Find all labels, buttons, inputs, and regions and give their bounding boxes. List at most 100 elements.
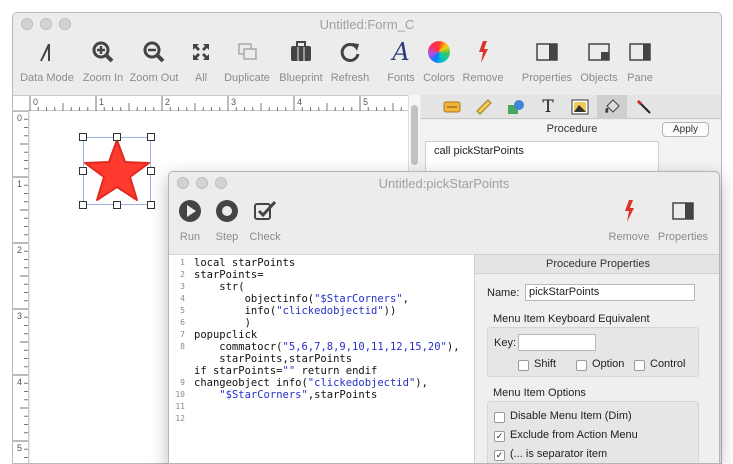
exclude-checkbox[interactable]: ✓ <box>494 431 505 442</box>
line-number: 9 <box>180 378 185 387</box>
line-number: 1 <box>180 258 185 267</box>
resize-handle[interactable] <box>113 133 121 141</box>
blueprint-button[interactable]: Blueprint <box>275 37 327 84</box>
picture-tool[interactable] <box>565 95 595 119</box>
code-line: ) <box>194 317 251 329</box>
shapes-tool[interactable] <box>501 95 531 119</box>
ruler-label: 2 <box>17 245 23 255</box>
window-title: Untitled:Form_C <box>319 17 415 32</box>
code-line: if starPoints="" return endif <box>194 365 378 377</box>
ruler-label: 0 <box>33 97 39 107</box>
font-icon: A <box>392 38 410 66</box>
keyboard-group-title: Menu Item Keyboard Equivalent <box>493 313 650 325</box>
ruler-label: 2 <box>165 97 171 107</box>
play-icon <box>175 196 205 226</box>
pane-button[interactable]: Pane <box>624 37 656 84</box>
duplicate-button[interactable]: Duplicate <box>221 37 273 84</box>
step-icon <box>211 196 243 226</box>
objects-panel-icon <box>578 37 620 67</box>
ruler-tool[interactable] <box>469 95 499 119</box>
line-number: 3 <box>180 282 185 291</box>
resize-handle[interactable] <box>79 133 87 141</box>
remove-button[interactable]: Remove <box>607 196 651 243</box>
procedure-panel-header: Procedure Apply <box>421 120 721 140</box>
zoom-out-icon <box>127 37 181 67</box>
object-palette: T <box>421 95 721 119</box>
scrollbar-thumb[interactable] <box>411 105 418 165</box>
star-shape[interactable] <box>83 137 151 205</box>
ruler-label: 5 <box>363 97 369 107</box>
lightning-icon <box>607 196 651 226</box>
code-line: "$StarCorners",starPoints <box>219 389 378 401</box>
all-button[interactable]: All <box>187 37 215 84</box>
refresh-icon <box>327 37 373 67</box>
run-button[interactable]: Run <box>175 196 205 243</box>
ruler-label: 3 <box>17 311 23 321</box>
option-checkbox[interactable] <box>576 360 587 371</box>
resize-handle[interactable] <box>147 167 155 175</box>
colors-button[interactable]: Colors <box>421 37 457 84</box>
ruler-label: 3 <box>231 97 237 107</box>
resize-handle[interactable] <box>147 133 155 141</box>
refresh-button[interactable]: Refresh <box>327 37 373 84</box>
form-window-titlebar[interactable]: Untitled:Form_C <box>13 13 721 35</box>
paint-icon <box>605 99 620 113</box>
duplicate-icon <box>221 37 273 67</box>
disable-checkbox[interactable] <box>494 412 505 423</box>
text-box-tool[interactable] <box>437 95 467 119</box>
line-number: 2 <box>180 270 185 279</box>
line-number: 4 <box>180 294 185 303</box>
line-number: 10 <box>175 390 185 399</box>
key-label: Key: <box>494 337 517 349</box>
line-tool[interactable] <box>629 95 659 119</box>
resize-handle[interactable] <box>79 201 87 209</box>
data-mode-icon <box>19 37 75 67</box>
code-line: popupclick <box>194 329 258 341</box>
line-number: 11 <box>175 402 185 411</box>
properties-button[interactable]: Properties <box>519 37 575 84</box>
vertical-ruler: 0 1 2 3 4 5 <box>13 111 29 463</box>
step-button[interactable]: Step <box>211 196 243 243</box>
ruler-label: 5 <box>17 443 23 453</box>
check-icon <box>247 196 283 226</box>
remove-button[interactable]: Remove <box>461 37 505 84</box>
resize-handle[interactable] <box>113 201 121 209</box>
zoom-out-button[interactable]: Zoom Out <box>127 37 181 84</box>
name-label: Name: <box>487 287 520 299</box>
line-number: 5 <box>180 306 185 315</box>
code-line: starPoints,starPoints <box>194 353 353 365</box>
line-number: 8 <box>180 342 185 351</box>
data-mode-button[interactable]: Data Mode <box>19 37 75 84</box>
key-field[interactable] <box>518 334 596 351</box>
zoom-in-button[interactable]: Zoom In <box>79 37 127 84</box>
resize-handle[interactable] <box>147 201 155 209</box>
code-line: str( <box>194 281 245 293</box>
shift-label: Shift <box>534 358 557 370</box>
pane-icon <box>624 37 656 67</box>
code-editor[interactable]: 1 2 3 4 5 6 7 8 9 10 11 12 local starPoi… <box>169 254 474 463</box>
ruler-label: 4 <box>297 97 303 107</box>
separator-checkbox[interactable]: ✓ <box>494 450 505 461</box>
properties-button[interactable]: Properties <box>655 196 711 243</box>
resize-handle[interactable] <box>79 167 87 175</box>
control-checkbox[interactable] <box>634 360 645 371</box>
option-label: Option <box>592 358 625 370</box>
paint-tool[interactable] <box>597 95 627 119</box>
expand-icon <box>187 37 215 67</box>
objects-button[interactable]: Objects <box>578 37 620 84</box>
code-line: changeobject info("clickedobjectid"), <box>194 377 428 389</box>
text-icon: T <box>542 97 554 117</box>
apply-button[interactable]: Apply <box>661 122 709 137</box>
star-object[interactable] <box>79 133 155 209</box>
options-group-title: Menu Item Options <box>493 387 586 399</box>
form-toolbar: Data Mode Zoom In Zoom Out All Duplicate <box>13 35 721 95</box>
fonts-button[interactable]: A Fonts <box>385 37 417 84</box>
text-tool[interactable]: T <box>533 95 563 119</box>
zoom-in-icon <box>79 37 127 67</box>
name-field[interactable]: pickStarPoints <box>525 284 695 301</box>
ruler-ticks <box>13 111 28 458</box>
code-line: local starPoints <box>194 257 296 269</box>
shift-checkbox[interactable] <box>518 360 529 371</box>
procedure-window-titlebar[interactable]: Untitled:pickStarPoints <box>169 172 719 194</box>
check-button[interactable]: Check <box>247 196 283 243</box>
